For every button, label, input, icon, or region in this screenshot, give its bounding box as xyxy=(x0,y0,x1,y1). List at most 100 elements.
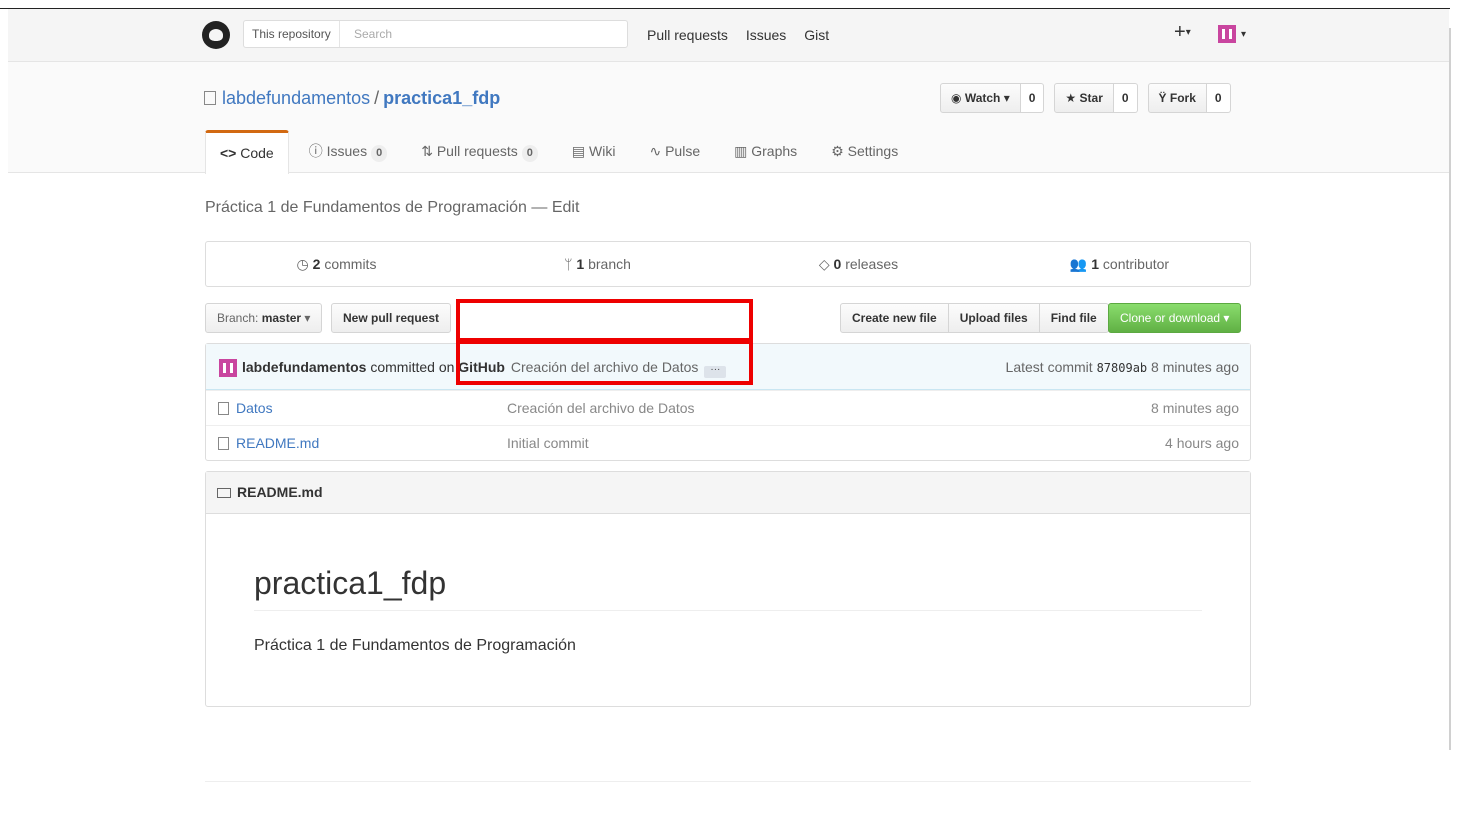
file-row: Datos Creación del archivo de Datos 8 mi… xyxy=(206,390,1250,425)
latest-commit-label: Latest commit xyxy=(1005,359,1093,375)
nav-issues[interactable]: Issues xyxy=(746,27,786,43)
star-icon: ★ xyxy=(1065,91,1080,105)
header-nav: Pull requests Issues Gist xyxy=(647,27,843,43)
star-count[interactable]: 0 xyxy=(1113,83,1138,113)
create-new-menu[interactable]: +▾ xyxy=(1174,21,1191,44)
tab-label: Pulse xyxy=(665,143,701,159)
plus-icon: + xyxy=(1174,21,1186,43)
tab-label: Settings xyxy=(847,143,899,159)
readme-text: Práctica 1 de Fundamentos de Programació… xyxy=(254,637,576,654)
watch-label: Watch ▾ xyxy=(964,91,1010,105)
file-name-link[interactable]: README.md xyxy=(236,426,319,460)
branch-prefix: Branch: xyxy=(217,311,259,325)
search-input[interactable]: Search xyxy=(354,21,392,47)
latest-commit-info: Latest commit 87809ab 8 minutes ago xyxy=(1006,344,1239,391)
star-label: Star xyxy=(1079,91,1103,105)
chevron-down-icon[interactable]: ▾ xyxy=(1241,29,1246,40)
tab-wiki[interactable]: ▤ Wiki xyxy=(558,130,630,173)
contributors-link[interactable]: 👥 1 contributor xyxy=(989,242,1250,286)
releases-count: 0 xyxy=(833,256,842,272)
search-box[interactable]: This repository Search xyxy=(243,20,628,48)
tab-code[interactable]: <> Code xyxy=(205,130,289,174)
file-icon xyxy=(218,402,229,415)
watch-count[interactable]: 0 xyxy=(1020,83,1045,113)
tab-issues[interactable]: ⓘ Issues 0 xyxy=(295,130,401,173)
file-name-link[interactable]: Datos xyxy=(236,391,273,425)
github-logo-icon[interactable] xyxy=(202,21,230,49)
tab-counter: 0 xyxy=(371,145,388,162)
watch-group: ◉ Watch ▾ 0 xyxy=(940,83,1045,113)
find-file-button[interactable]: Find file xyxy=(1038,303,1109,333)
commits-link[interactable]: ◷ 2 commits xyxy=(206,242,467,286)
file-age: 4 hours ago xyxy=(1165,435,1239,451)
fork-button[interactable]: Ÿ Fork xyxy=(1147,83,1207,113)
repo-name-link[interactable]: practica1_fdp xyxy=(383,88,500,108)
branches-link[interactable]: ᛘ 1 branch xyxy=(467,242,728,286)
user-avatar[interactable] xyxy=(1218,25,1236,43)
commit-author[interactable]: labdefundamentos xyxy=(242,359,366,375)
fork-count[interactable]: 0 xyxy=(1206,83,1231,113)
nav-pull-requests[interactable]: Pull requests xyxy=(647,27,728,43)
upload-files-button[interactable]: Upload files xyxy=(947,303,1040,333)
branch-label: branch xyxy=(588,256,631,272)
fork-icon: Ÿ xyxy=(1158,91,1170,105)
file-commit-message[interactable]: Initial commit xyxy=(507,426,589,460)
commits-count: 2 xyxy=(312,256,321,272)
tab-label: Issues xyxy=(326,143,368,159)
tab-pull-requests[interactable]: ⇅ Pull requests 0 xyxy=(407,130,552,173)
tab-pulse[interactable]: ∿ Pulse xyxy=(635,130,714,173)
star-button[interactable]: ★ Star xyxy=(1054,83,1114,113)
commit-sha-link[interactable]: 87809ab xyxy=(1097,361,1148,375)
branch-select-button[interactable]: Branch: master ▾ xyxy=(205,303,323,333)
releases-link[interactable]: ◇ 0 releases xyxy=(728,242,989,286)
tab-label: Wiki xyxy=(589,143,616,159)
tab-graphs[interactable]: ▥ Graphs xyxy=(720,130,811,173)
contributor-label: contributor xyxy=(1102,256,1170,272)
watch-button[interactable]: ◉ Watch ▾ xyxy=(940,83,1021,113)
repo-header: labdefundamentos / practica1_fdp ◉ Watch ▾… xyxy=(8,62,1449,174)
readme-title: practica1_fdp xyxy=(254,565,1202,611)
people-icon: 👥 xyxy=(1069,256,1092,272)
code-icon: <> xyxy=(220,145,237,161)
pulse-icon: ∿ xyxy=(649,143,662,159)
fork-group: Ÿ Fork 0 xyxy=(1147,83,1231,113)
file-commit-message[interactable]: Creación del archivo de Datos xyxy=(507,391,695,425)
tab-label: Pull requests xyxy=(436,143,518,159)
repo-owner-link[interactable]: labdefundamentos xyxy=(222,88,370,108)
repo-title: labdefundamentos / practica1_fdp xyxy=(204,88,500,109)
create-new-file-button[interactable]: Create new file xyxy=(840,303,949,333)
tag-icon: ◇ xyxy=(818,256,834,272)
file-icon xyxy=(218,437,229,450)
contributor-count: 1 xyxy=(1091,256,1100,272)
repo-icon xyxy=(204,91,216,105)
footer-divider xyxy=(205,781,1251,782)
file-actions-group: Create new file Upload files Find file xyxy=(840,303,1109,333)
issue-icon: ⓘ xyxy=(308,143,323,159)
commit-age: 8 minutes ago xyxy=(1151,359,1239,375)
graph-icon: ▥ xyxy=(734,143,748,159)
repo-separator: / xyxy=(374,88,380,108)
book-icon: ▤ xyxy=(571,143,586,159)
search-scope-label: This repository xyxy=(244,21,340,47)
nav-gist[interactable]: Gist xyxy=(804,27,829,43)
numbers-summary: ◷ 2 commits ᛘ 1 branch ◇ 0 releases 👥 1 … xyxy=(205,241,1251,287)
new-pull-request-button[interactable]: New pull request xyxy=(331,303,452,333)
site-header: This repository Search Pull requests Iss… xyxy=(8,9,1449,62)
file-row: README.md Initial commit 4 hours ago xyxy=(206,425,1250,460)
branch-icon: ᛘ xyxy=(564,256,577,272)
scrollbar[interactable] xyxy=(1449,28,1451,750)
clone-or-download-button[interactable]: Clone or download ▾ xyxy=(1108,303,1242,333)
releases-label: releases xyxy=(845,256,899,272)
repo-description: Práctica 1 de Fundamentos de Programació… xyxy=(205,199,580,216)
gear-icon: ⚙ xyxy=(831,143,844,159)
tab-settings[interactable]: ⚙ Settings xyxy=(817,130,912,173)
commit-author-avatar[interactable] xyxy=(219,359,237,377)
highlight-box-upper xyxy=(456,299,753,342)
chevron-down-icon: ▾ xyxy=(1185,27,1191,39)
book-icon xyxy=(217,488,231,498)
fork-label: Fork xyxy=(1169,91,1196,105)
star-group: ★ Star 0 xyxy=(1054,83,1138,113)
commits-label: commits xyxy=(324,256,377,272)
readme-header-label: README.md xyxy=(237,484,323,500)
chevron-down-icon: ▾ xyxy=(304,311,311,325)
